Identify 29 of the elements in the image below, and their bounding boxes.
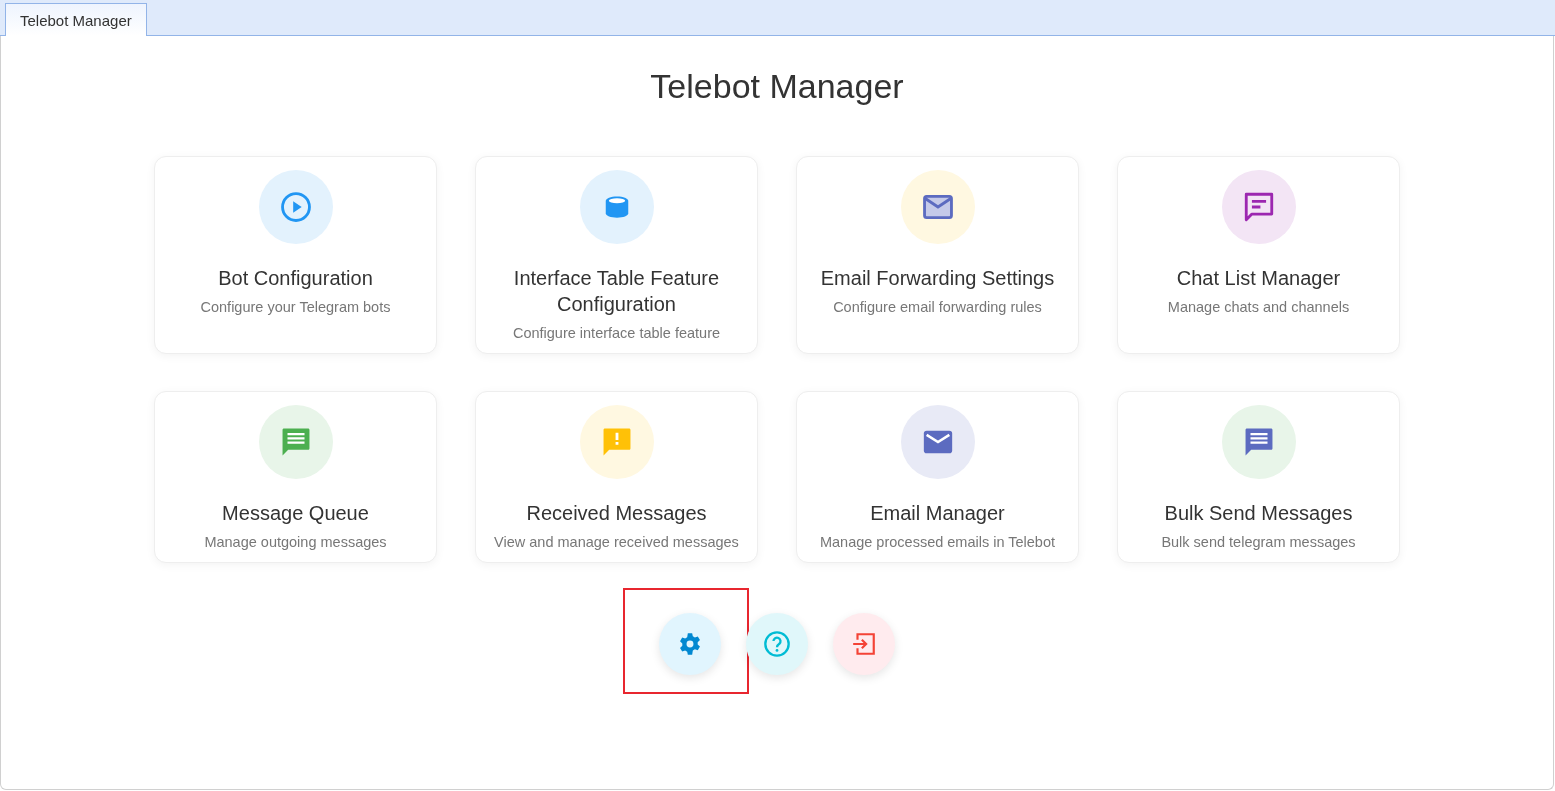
- card-title: Chat List Manager: [1176, 266, 1341, 291]
- feature-card[interactable]: Bot Configuration Configure your Telegram bots: [154, 156, 437, 354]
- help-button[interactable]: [746, 613, 808, 675]
- card-description: Configure your Telegram bots: [200, 298, 391, 317]
- feature-card[interactable]: Email Manager Manage processed emails in Telebot: [796, 391, 1079, 563]
- card-title: Received Messages: [526, 501, 707, 526]
- feature-card[interactable]: Received Messages View and manage received messages: [475, 391, 758, 563]
- card-description: Configure interface table feature: [512, 324, 721, 343]
- feature-card[interactable]: Email Forwarding Settings Configure email forwarding rules: [796, 156, 1079, 354]
- card-description: Manage chats and channels: [1167, 298, 1350, 317]
- card-title: Message Queue: [222, 501, 369, 526]
- logout-button[interactable]: [833, 613, 895, 675]
- card-description: Bulk send telegram messages: [1161, 533, 1356, 552]
- card-title: Interface Table Feature Configuration: [512, 266, 721, 317]
- page-title: Telebot Manager: [650, 66, 904, 106]
- feature-card[interactable]: Message Queue Manage outgoing messages: [154, 391, 437, 563]
- card-title: Email Manager: [870, 501, 1005, 526]
- feature-card[interactable]: Bulk Send Messages Bulk send telegram messages: [1117, 391, 1400, 563]
- card-description: Manage processed emails in Telebot: [819, 533, 1056, 552]
- card-description: Configure email forwarding rules: [833, 298, 1042, 317]
- settings-button[interactable]: [659, 613, 721, 675]
- card-description: View and manage received messages: [494, 533, 739, 552]
- card-description: Manage outgoing messages: [204, 533, 387, 552]
- tab[interactable]: Telebot Manager: [5, 3, 147, 36]
- card-title: Email Forwarding Settings: [820, 266, 1055, 291]
- card-title: Bot Configuration: [218, 266, 373, 291]
- feature-card[interactable]: Chat List Manager Manage chats and channels: [1117, 156, 1400, 354]
- feature-card[interactable]: Interface Table Feature Configuration Configure interface table feature: [475, 156, 758, 354]
- card-title: Bulk Send Messages: [1164, 501, 1353, 526]
